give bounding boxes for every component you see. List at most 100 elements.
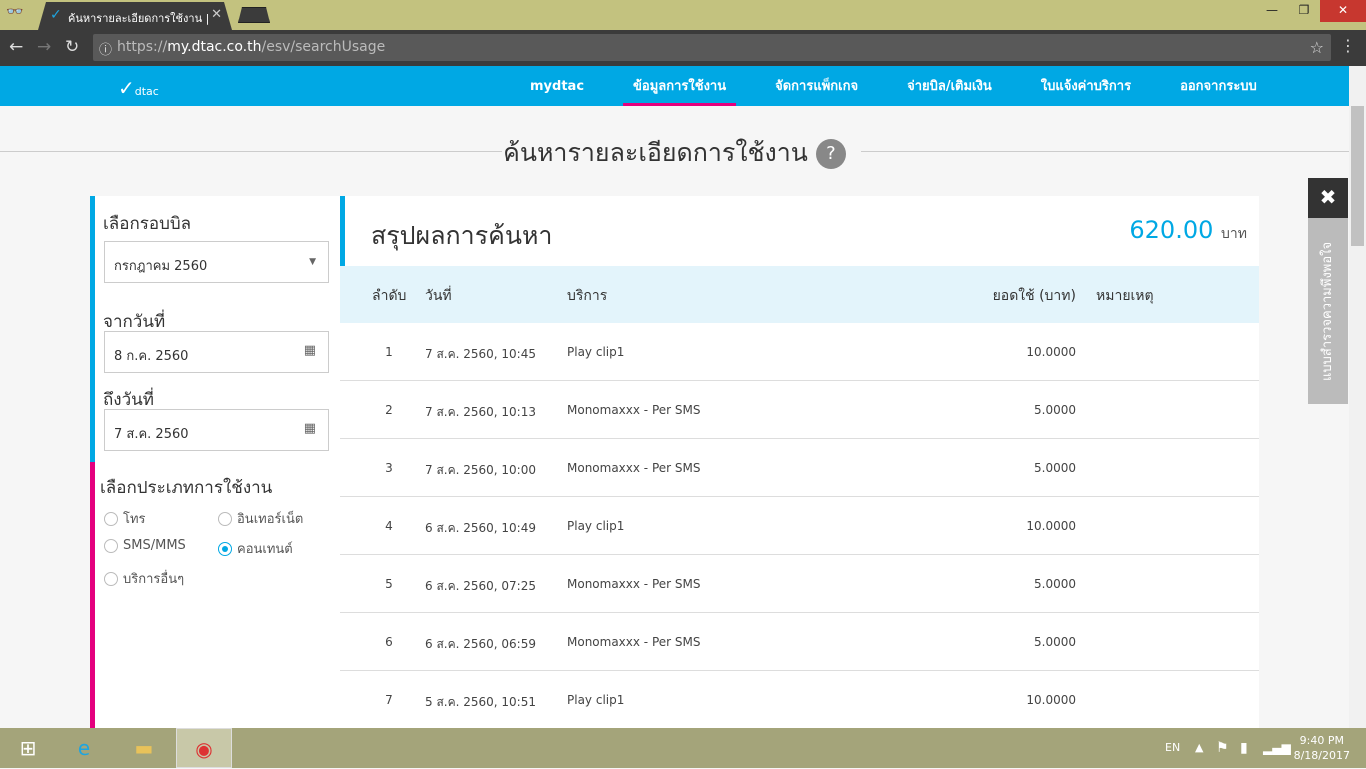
new-tab-button[interactable] bbox=[238, 7, 270, 23]
nav-mydtac[interactable]: mydtac bbox=[530, 66, 584, 106]
date: 8/18/2017 bbox=[1293, 749, 1350, 762]
cell-service: Play clip1 bbox=[567, 519, 625, 533]
caret-down-icon: ▼ bbox=[309, 257, 316, 267]
windows-taskbar: ⊞ e ▬ ◉ EN ▲ ⚑ ▮ ▂▄▆ 9:40 PM 8/18/2017 bbox=[0, 728, 1366, 768]
minimize-button[interactable]: — bbox=[1256, 0, 1288, 22]
cell-no: 4 bbox=[385, 519, 393, 533]
url-host: my.dtac.co.th bbox=[167, 39, 262, 55]
tab-title: ค้นหารายละเอียดการใช้งาน | bbox=[68, 12, 210, 25]
usage-type-label: เลือกประเภทการใช้งาน bbox=[100, 478, 273, 498]
col-amount: ยอดใช้ (บาท) bbox=[992, 288, 1076, 304]
action-center-flag-icon[interactable]: ⚑ bbox=[1216, 728, 1229, 768]
battery-icon[interactable]: ▮ bbox=[1240, 728, 1248, 768]
browser-toolbar: ← → ↻ ⓘ https://my.dtac.co.th/esv/search… bbox=[0, 30, 1366, 66]
cell-amount: 5.0000 bbox=[1034, 577, 1076, 591]
time: 9:40 PM bbox=[1299, 734, 1344, 747]
radio-call[interactable]: โทร bbox=[104, 508, 146, 529]
page-scrollbar[interactable] bbox=[1349, 66, 1366, 728]
nav-invoice[interactable]: ใบแจ้งค่าบริการ bbox=[1041, 66, 1131, 106]
cell-date: 6 ส.ค. 2560, 07:25 bbox=[425, 579, 536, 593]
radio-content[interactable]: คอนเทนต์ bbox=[218, 538, 293, 559]
cell-no: 7 bbox=[385, 693, 393, 707]
dtac-logo[interactable]: ✓dtac bbox=[118, 76, 159, 100]
close-tab-icon[interactable]: ✕ bbox=[211, 7, 222, 22]
table-row: 6 6 ส.ค. 2560, 06:59 Monomaxxx - Per SMS 5.… bbox=[340, 613, 1259, 671]
cell-date: 6 ส.ค. 2560, 06:59 bbox=[425, 637, 536, 651]
cell-no: 2 bbox=[385, 403, 393, 417]
logo-text: dtac bbox=[134, 85, 159, 98]
table-row: 7 5 ส.ค. 2560, 10:51 Play clip1 10.0000 bbox=[340, 671, 1259, 729]
col-service: บริการ bbox=[567, 288, 608, 304]
cell-no: 1 bbox=[385, 345, 393, 359]
cell-amount: 10.0000 bbox=[1026, 519, 1076, 533]
help-icon[interactable]: ? bbox=[815, 139, 846, 169]
start-button[interactable]: ⊞ bbox=[0, 728, 56, 768]
radio-sms-mms[interactable]: SMS/MMS bbox=[104, 538, 186, 553]
radio-label: SMS/MMS bbox=[123, 538, 186, 553]
address-bar[interactable]: ⓘ https://my.dtac.co.th/esv/searchUsage bbox=[93, 34, 1331, 61]
from-date-value: 8 ก.ค. 2560 bbox=[114, 349, 189, 364]
close-feedback-button[interactable]: ✖ bbox=[1308, 178, 1348, 218]
col-no: ลำดับ bbox=[372, 288, 407, 304]
clock[interactable]: 9:40 PM 8/18/2017 bbox=[1294, 733, 1350, 763]
cell-service: Monomaxxx - Per SMS bbox=[567, 635, 701, 649]
bookmark-star-icon[interactable]: ☆ bbox=[1310, 38, 1324, 57]
tray-expand-icon[interactable]: ▲ bbox=[1195, 728, 1203, 768]
menu-icon[interactable]: ⋮ bbox=[1340, 36, 1356, 55]
forward-icon[interactable]: → bbox=[37, 37, 51, 57]
main-nav: mydtac ข้อมูลการใช้งาน จัดการแพ็กเกจ จ่า… bbox=[530, 66, 1306, 106]
currency: บาท bbox=[1221, 226, 1247, 242]
cell-no: 5 bbox=[385, 577, 393, 591]
nav-usage[interactable]: ข้อมูลการใช้งาน bbox=[623, 66, 737, 106]
table-row: 3 7 ส.ค. 2560, 10:00 Monomaxxx - Per SMS 5.… bbox=[340, 439, 1259, 497]
url-scheme: https:// bbox=[117, 39, 168, 55]
calendar-icon[interactable]: ▦ bbox=[304, 343, 316, 358]
cell-amount: 10.0000 bbox=[1026, 345, 1076, 359]
file-explorer-icon[interactable]: ▬ bbox=[116, 728, 172, 768]
cell-no: 3 bbox=[385, 461, 393, 475]
signal-icon[interactable]: ▂▄▆ bbox=[1263, 728, 1291, 768]
table-row: 5 6 ส.ค. 2560, 07:25 Monomaxxx - Per SMS 5.… bbox=[340, 555, 1259, 613]
restore-button[interactable]: ❐ bbox=[1288, 0, 1320, 22]
calendar-icon[interactable]: ▦ bbox=[304, 421, 316, 436]
results-panel: สรุปผลการค้นหา 620.00 บาท ลำดับ วันที่ บ… bbox=[340, 196, 1259, 729]
nav-package[interactable]: จัดการแพ็กเกจ bbox=[775, 66, 858, 106]
nav-payment[interactable]: จ่ายบิล/เติมเงิน bbox=[907, 66, 992, 106]
to-date-input[interactable]: 7 ส.ค. 2560 ▦ bbox=[104, 409, 329, 451]
page-title: ค้นหารายละเอียดการใช้งาน bbox=[503, 138, 808, 167]
cell-amount: 5.0000 bbox=[1034, 635, 1076, 649]
table-row: 4 6 ส.ค. 2560, 10:49 Play clip1 10.0000 bbox=[340, 497, 1259, 555]
cell-date: 7 ส.ค. 2560, 10:13 bbox=[425, 405, 536, 419]
table-row: 2 7 ส.ค. 2560, 10:13 Monomaxxx - Per SMS 5.… bbox=[340, 381, 1259, 439]
ie-icon[interactable]: e bbox=[56, 728, 112, 768]
browser-tab[interactable]: ✓ ค้นหารายละเอียดการใช้งาน | ✕ bbox=[38, 2, 232, 30]
feedback-survey-tab[interactable]: แบบสำรวจความพึงพอใจ bbox=[1308, 218, 1348, 404]
cell-service: Play clip1 bbox=[567, 345, 625, 359]
cell-amount: 5.0000 bbox=[1034, 461, 1076, 475]
cell-date: 7 ส.ค. 2560, 10:00 bbox=[425, 463, 536, 477]
reload-icon[interactable]: ↻ bbox=[65, 37, 79, 57]
chrome-icon[interactable]: ◉ bbox=[176, 728, 232, 768]
cell-service: Monomaxxx - Per SMS bbox=[567, 577, 701, 591]
radio-internet[interactable]: อินเทอร์เน็ต bbox=[218, 508, 303, 529]
radio-other[interactable]: บริการอื่นๆ bbox=[104, 568, 184, 589]
incognito-icon: 👓 bbox=[6, 4, 24, 20]
from-date-input[interactable]: 8 ก.ค. 2560 ▦ bbox=[104, 331, 329, 373]
site-header: ✓dtac mydtac ข้อมูลการใช้งาน จัดการแพ็กเ… bbox=[0, 66, 1349, 106]
back-icon[interactable]: ← bbox=[9, 37, 23, 57]
close-window-button[interactable]: ✕ bbox=[1320, 0, 1366, 22]
cell-amount: 10.0000 bbox=[1026, 693, 1076, 707]
bill-cycle-value: กรกฎาคม 2560 bbox=[114, 259, 208, 274]
total-value: 620.00 bbox=[1129, 216, 1214, 244]
dtac-favicon-icon: ✓ bbox=[50, 7, 62, 23]
language-indicator[interactable]: EN bbox=[1165, 728, 1180, 768]
col-note: หมายเหตุ bbox=[1096, 288, 1154, 304]
cell-no: 6 bbox=[385, 635, 393, 649]
cell-date: 7 ส.ค. 2560, 10:45 bbox=[425, 347, 536, 361]
cell-service: Monomaxxx - Per SMS bbox=[567, 461, 701, 475]
table-row: 1 7 ส.ค. 2560, 10:45 Play clip1 10.0000 bbox=[340, 323, 1259, 381]
nav-logout[interactable]: ออกจากระบบ bbox=[1180, 66, 1257, 106]
radio-label: บริการอื่นๆ bbox=[123, 572, 185, 587]
col-date: วันที่ bbox=[425, 288, 452, 304]
bill-cycle-select[interactable]: กรกฎาคม 2560 ▼ bbox=[104, 241, 329, 283]
